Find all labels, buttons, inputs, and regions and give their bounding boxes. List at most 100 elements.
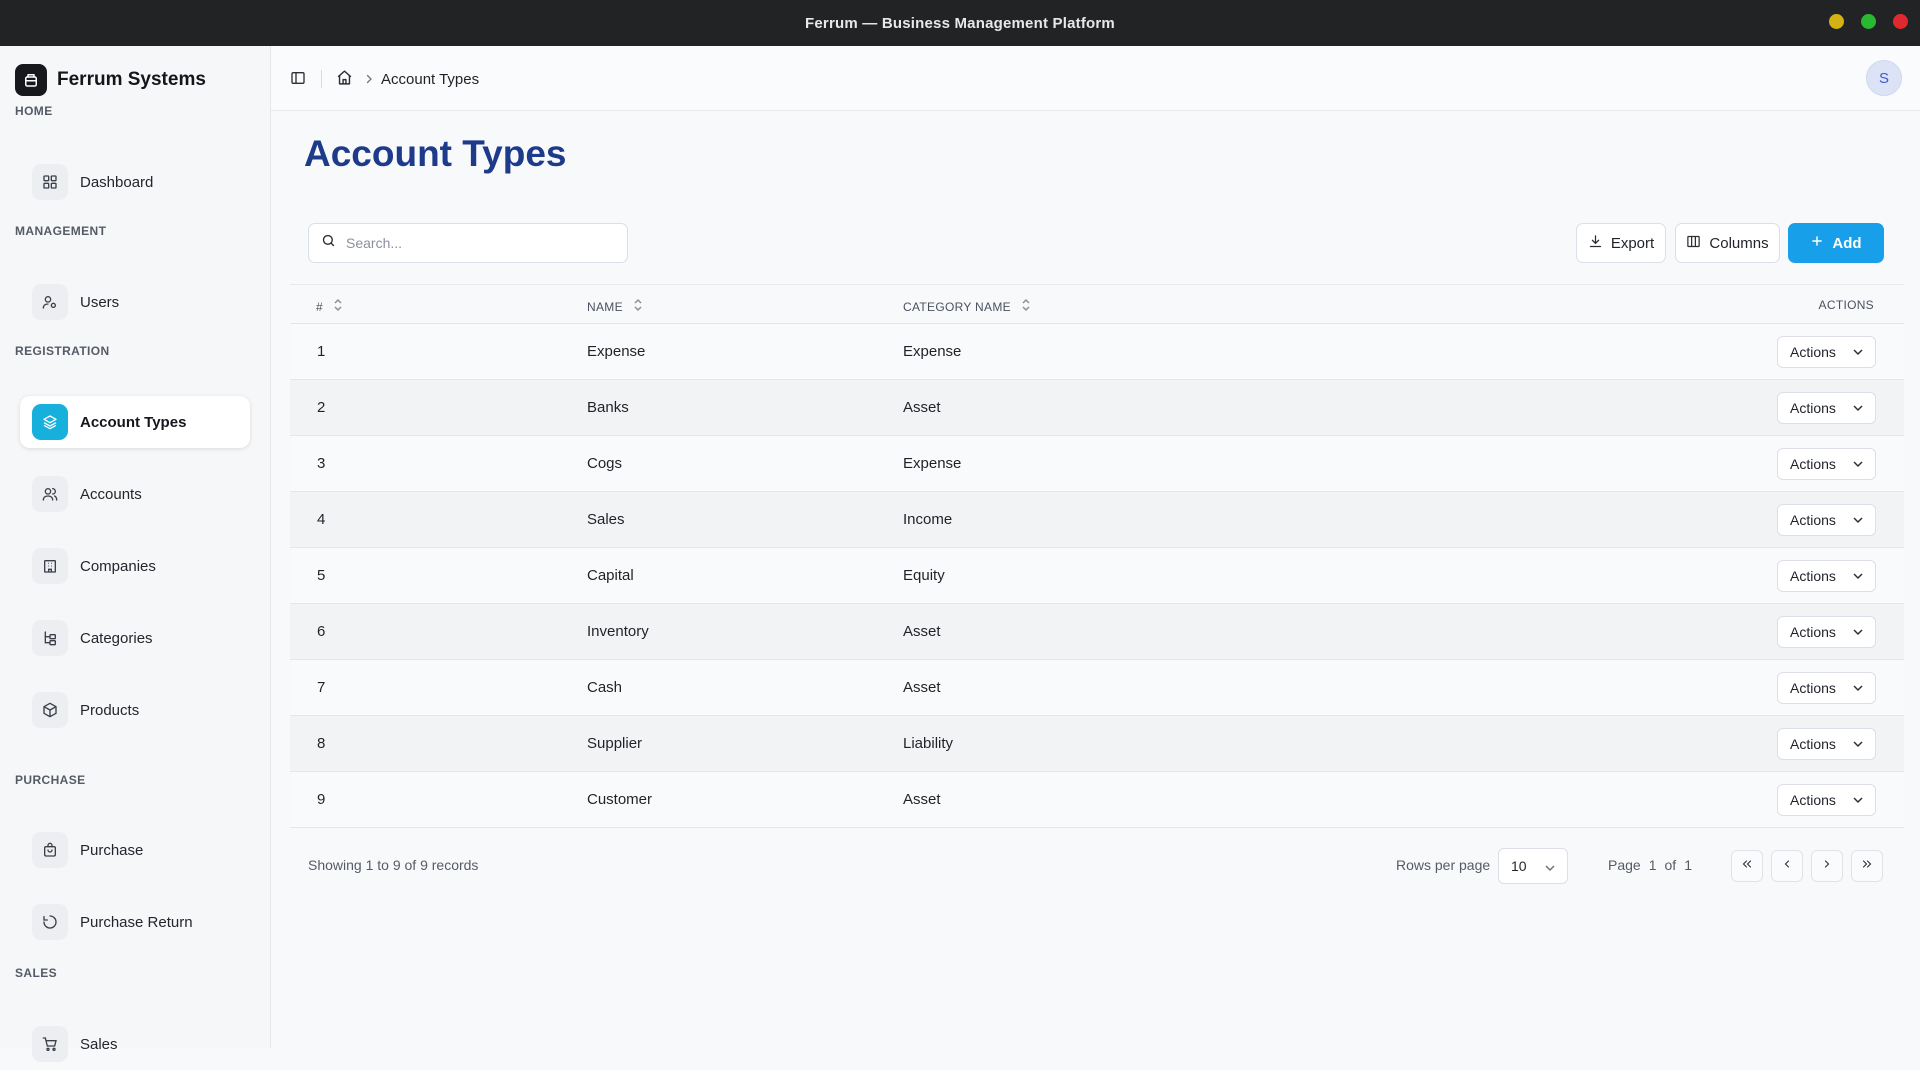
- columns-button[interactable]: Columns: [1675, 223, 1780, 263]
- page-title: Account Types: [304, 133, 567, 174]
- search-box[interactable]: [308, 223, 628, 263]
- rotate-icon: [32, 904, 68, 940]
- avatar[interactable]: S: [1866, 60, 1902, 96]
- sidebar-item-companies[interactable]: Companies: [20, 540, 250, 592]
- sidebar-item-accounts[interactable]: Accounts: [20, 468, 250, 520]
- cell-category: Expense: [903, 455, 962, 472]
- sidebar-item-account-types[interactable]: Account Types: [20, 396, 250, 448]
- sidebar-item-label: Categories: [80, 629, 153, 647]
- cell-name: Inventory: [587, 623, 649, 640]
- account-types-table: # NAME CATEGORY NAME ACTIONS 1 Expense Exp…: [290, 284, 1904, 828]
- cell-name: Cash: [587, 679, 623, 696]
- first-page-button[interactable]: [1731, 850, 1763, 882]
- users-icon: [32, 476, 68, 512]
- minimize-button[interactable]: [1829, 14, 1844, 29]
- bag-icon: [32, 832, 68, 868]
- page-indicator: Page 1 of 1: [1608, 857, 1692, 873]
- sidebar-item-users[interactable]: Users: [20, 276, 250, 328]
- columns-icon: [1686, 234, 1701, 253]
- cell-category: Income: [903, 511, 953, 528]
- row-actions-label: Actions: [1790, 344, 1836, 360]
- user-icon: [32, 284, 68, 320]
- rows-per-page-select[interactable]: 10: [1498, 848, 1568, 884]
- sidebar-item-purchase-return[interactable]: Purchase Return: [20, 896, 250, 948]
- download-icon: [1588, 234, 1603, 253]
- next-page-button[interactable]: [1811, 850, 1843, 882]
- sort-icon: [633, 298, 643, 315]
- table-row: 6 Inventory Asset Actions: [290, 604, 1904, 660]
- header-name-label: NAME: [587, 299, 623, 314]
- brand[interactable]: Ferrum Systems: [15, 64, 206, 96]
- sidebar-item-purchase[interactable]: Purchase: [20, 824, 250, 876]
- cart-icon: [32, 1026, 68, 1062]
- add-button[interactable]: Add: [1788, 223, 1884, 263]
- maximize-button[interactable]: [1861, 14, 1876, 29]
- close-button[interactable]: [1893, 14, 1908, 29]
- sidebar-item-dashboard[interactable]: Dashboard: [20, 156, 250, 208]
- header-category-label: CATEGORY NAME: [903, 299, 1011, 314]
- home-icon[interactable]: [336, 69, 353, 91]
- section-registration: REGISTRATION: [15, 344, 110, 358]
- prev-page-button[interactable]: [1771, 850, 1803, 882]
- header-name[interactable]: NAME: [587, 298, 643, 315]
- header-category[interactable]: CATEGORY NAME: [903, 298, 1031, 315]
- table-row: 5 Capital Equity Actions: [290, 548, 1904, 604]
- building-icon: [32, 548, 68, 584]
- sidebar-item-label: Accounts: [80, 485, 142, 503]
- header-index-label: #: [316, 299, 323, 314]
- table-row: 8 Supplier Liability Actions: [290, 716, 1904, 772]
- chevrons-left-icon: [1741, 857, 1753, 875]
- cell-index: 2: [317, 399, 326, 416]
- last-page-button[interactable]: [1851, 850, 1883, 882]
- sidebar-item-categories[interactable]: Categories: [20, 612, 250, 664]
- cell-index: 8: [317, 735, 326, 752]
- row-actions-button[interactable]: Actions: [1777, 616, 1876, 648]
- cell-category: Expense: [903, 343, 962, 360]
- cell-index: 7: [317, 679, 326, 696]
- export-label: Export: [1610, 234, 1655, 252]
- row-actions-button[interactable]: Actions: [1777, 784, 1876, 816]
- sidebar-item-products[interactable]: Products: [20, 684, 250, 736]
- table-row: 2 Banks Asset Actions: [290, 380, 1904, 436]
- sidebar-item-label: Companies: [80, 557, 156, 575]
- chevron-down-icon: [1853, 741, 1863, 748]
- cell-index: 6: [317, 623, 326, 640]
- add-label: Add: [1832, 234, 1862, 252]
- chevron-down-icon: [1853, 685, 1863, 692]
- row-actions-button[interactable]: Actions: [1777, 728, 1876, 760]
- section-sales: SALES: [15, 966, 58, 980]
- header-actions: ACTIONS: [1818, 298, 1874, 312]
- row-actions-button[interactable]: Actions: [1777, 448, 1876, 480]
- sidebar-item-label: Purchase: [80, 841, 144, 859]
- rows-per-page-value: 10: [1511, 858, 1527, 874]
- chevron-down-icon: [1853, 461, 1863, 468]
- chevron-down-icon: [1853, 629, 1863, 636]
- package-icon: [32, 692, 68, 728]
- chevron-down-icon: [1853, 797, 1863, 804]
- cell-name: Expense: [587, 343, 646, 360]
- header-index[interactable]: #: [316, 298, 343, 315]
- cell-name: Supplier: [587, 735, 643, 752]
- chevron-down-icon: [1853, 405, 1863, 412]
- row-actions-label: Actions: [1790, 400, 1836, 416]
- chevron-down-icon: [1853, 349, 1863, 356]
- row-actions-button[interactable]: Actions: [1777, 336, 1876, 368]
- sidebar-toggle-icon[interactable]: [290, 70, 306, 91]
- row-actions-button[interactable]: Actions: [1777, 504, 1876, 536]
- chevron-right-icon: [1821, 857, 1833, 875]
- columns-label: Columns: [1709, 234, 1769, 252]
- table-body: 1 Expense Expense Actions 2 Banks Asset Actions…: [290, 324, 1904, 828]
- section-purchase: PURCHASE: [15, 773, 86, 787]
- row-actions-button[interactable]: Actions: [1777, 392, 1876, 424]
- chevrons-right-icon: [1861, 857, 1873, 875]
- sidebar-item-sales[interactable]: Sales: [20, 1018, 250, 1070]
- row-actions-label: Actions: [1790, 792, 1836, 808]
- plus-icon: [1810, 234, 1824, 252]
- row-actions-button[interactable]: Actions: [1777, 672, 1876, 704]
- table-header: # NAME CATEGORY NAME ACTIONS: [290, 284, 1904, 324]
- cell-category: Liability: [903, 735, 954, 752]
- search-input[interactable]: [344, 234, 608, 252]
- chevron-right-icon: [363, 72, 375, 90]
- row-actions-button[interactable]: Actions: [1777, 560, 1876, 592]
- export-button[interactable]: Export: [1576, 223, 1666, 263]
